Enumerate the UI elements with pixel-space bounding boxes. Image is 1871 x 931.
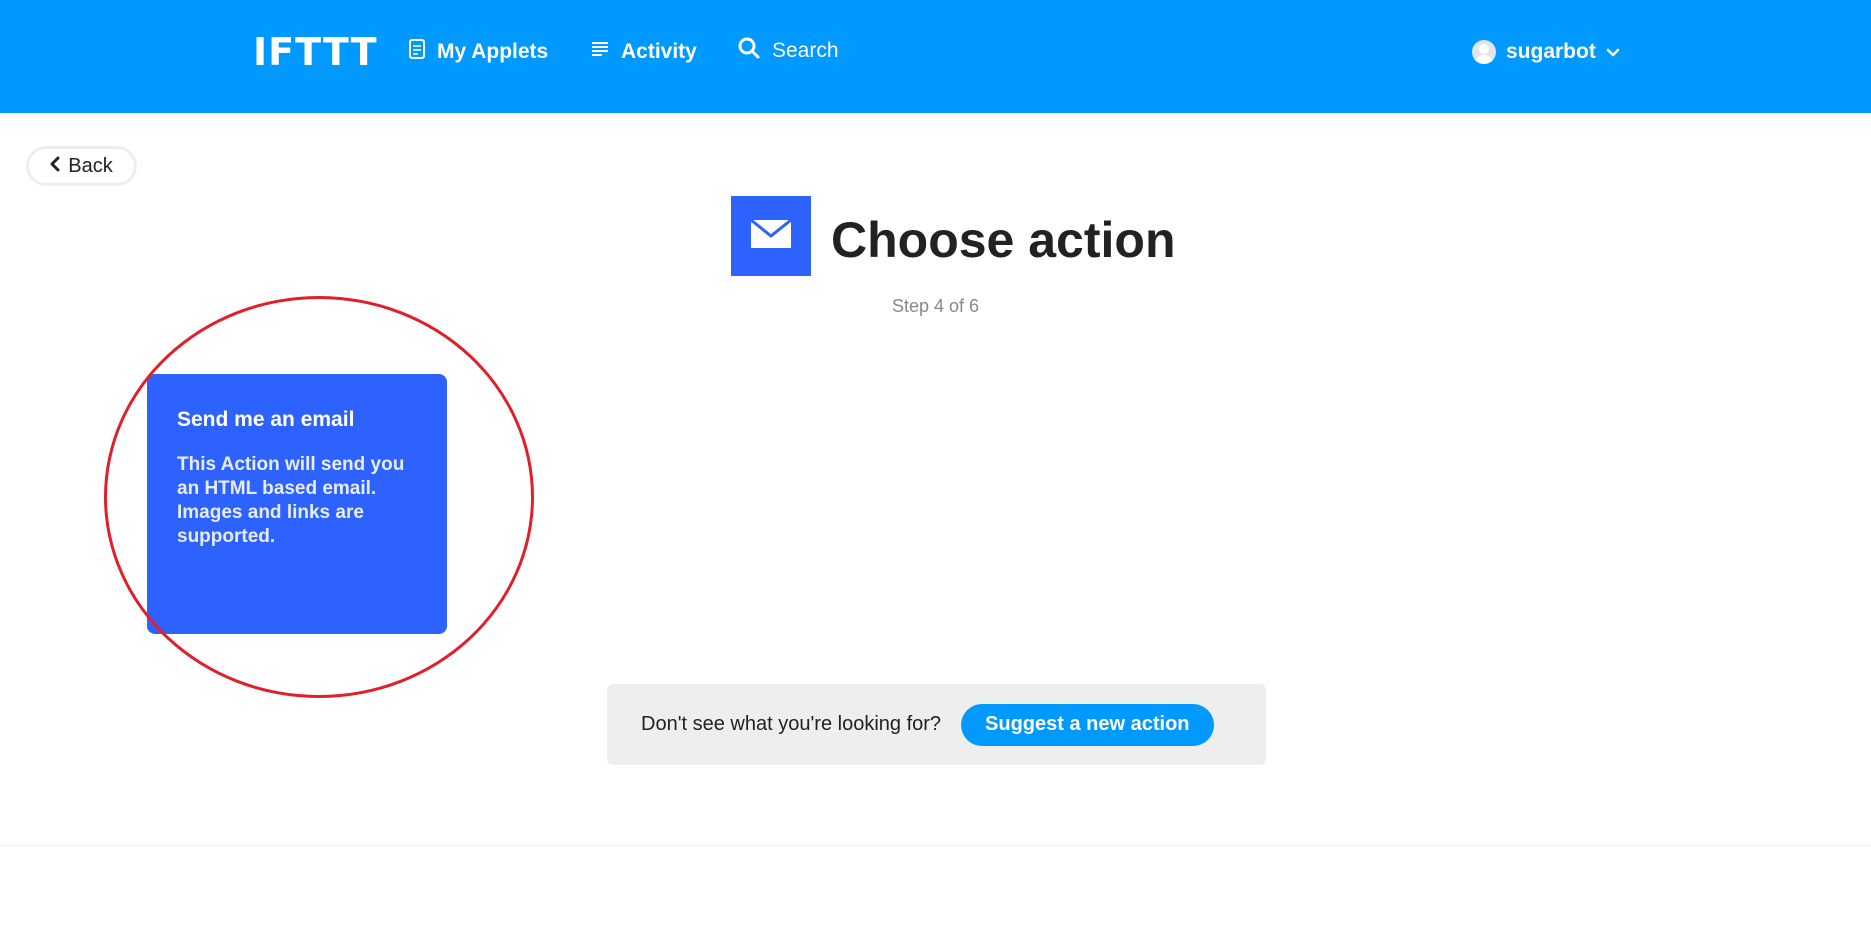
- list-icon: [591, 40, 609, 64]
- action-card-send-email[interactable]: Send me an email This Action will send y…: [147, 374, 447, 634]
- nav-activity-label: Activity: [621, 40, 697, 63]
- footer-divider: [0, 845, 1871, 846]
- user-name: sugarbot: [1506, 40, 1596, 63]
- nav-activity[interactable]: Activity: [591, 38, 697, 66]
- suggest-action-panel: Don't see what you're looking for? Sugge…: [607, 684, 1266, 765]
- avatar: [1472, 40, 1496, 64]
- chevron-left-icon: [50, 155, 60, 178]
- search-icon: [738, 37, 760, 65]
- ifttt-logo[interactable]: IFTTT: [253, 33, 378, 71]
- nav-my-applets[interactable]: My Applets: [409, 38, 548, 66]
- nav-my-applets-label: My Applets: [437, 40, 549, 63]
- top-navigation-bar: IFTTT My Applets Activity Search sugarbo…: [0, 0, 1871, 113]
- suggest-prompt: Don't see what you're looking for?: [641, 713, 942, 735]
- document-icon: [409, 39, 425, 65]
- step-indicator: Step 4 of 6: [891, 296, 980, 316]
- email-service-icon: [731, 196, 811, 276]
- chevron-down-icon: [1606, 40, 1620, 64]
- user-menu[interactable]: sugarbot: [1472, 38, 1620, 66]
- nav-search-label: Search: [772, 39, 839, 62]
- envelope-icon: [750, 218, 792, 254]
- back-button[interactable]: Back: [26, 146, 137, 186]
- back-label: Back: [68, 154, 113, 177]
- suggest-new-action-button[interactable]: Suggest a new action: [961, 703, 1214, 746]
- action-card-description: This Action will send you an HTML based …: [177, 454, 405, 547]
- action-card-title: Send me an email: [177, 408, 355, 431]
- page-title: Choose action: [831, 212, 1176, 268]
- nav-search[interactable]: Search: [738, 37, 839, 65]
